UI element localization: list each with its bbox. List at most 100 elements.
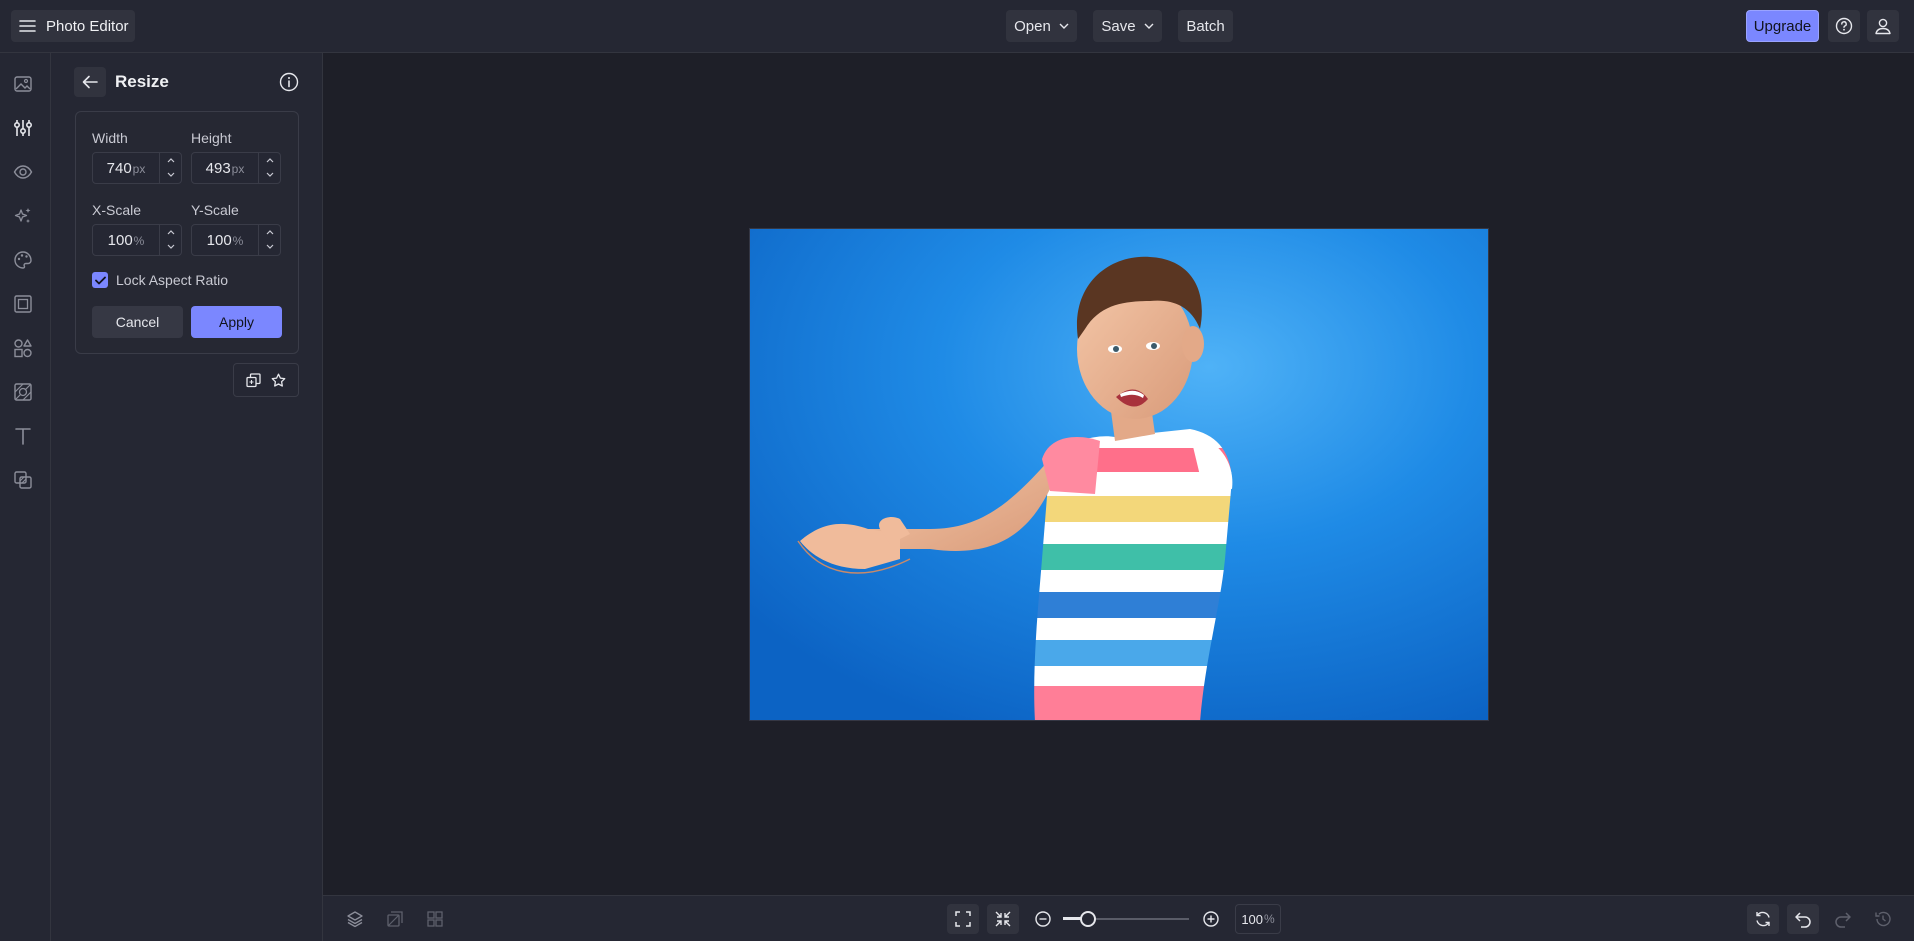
grid-view-button[interactable] [419, 904, 451, 934]
history-button[interactable] [1867, 904, 1899, 934]
account-button[interactable] [1867, 10, 1899, 42]
expand-icon [954, 910, 972, 928]
y-scale-field[interactable]: 100% [191, 224, 281, 256]
save-button[interactable]: Save [1093, 10, 1162, 42]
zoom-level-input[interactable]: 100% [1235, 904, 1281, 934]
chevron-down-icon[interactable] [265, 170, 275, 178]
y-scale-value: 100 [207, 232, 232, 249]
panel-title: Resize [115, 72, 169, 92]
rail-item-adjust[interactable] [10, 115, 36, 141]
upgrade-label: Upgrade [1754, 18, 1812, 35]
compare-button[interactable] [379, 904, 411, 934]
rail-item-overlays[interactable] [10, 467, 36, 493]
y-scale-input[interactable]: 100% [192, 225, 259, 255]
chevron-down-icon [1059, 23, 1069, 29]
width-field[interactable]: 740px [92, 152, 182, 184]
refresh-icon [1754, 910, 1772, 928]
height-input[interactable]: 493px [192, 153, 259, 183]
rail-item-image[interactable] [10, 71, 36, 97]
width-value: 740 [107, 160, 132, 177]
height-unit: px [232, 162, 245, 176]
zoom-slider-handle[interactable] [1080, 911, 1096, 927]
user-icon [1874, 17, 1892, 35]
resize-panel: Resize Width 740px Height 493px [51, 53, 323, 941]
width-input[interactable]: 740px [93, 153, 160, 183]
editor-canvas[interactable] [323, 53, 1914, 895]
zoom-out-button[interactable] [1027, 904, 1059, 934]
y-scale-stepper[interactable] [259, 225, 281, 255]
panel-actions [233, 363, 299, 397]
chevron-down-icon [1144, 23, 1154, 29]
width-unit: px [133, 162, 146, 176]
actual-size-button[interactable] [987, 904, 1019, 934]
open-button[interactable]: Open [1006, 10, 1077, 42]
rail-item-effects[interactable] [10, 203, 36, 229]
resize-settings-card: Width 740px Height 493px X-Scale 1 [75, 111, 299, 354]
help-button[interactable] [1828, 10, 1860, 42]
top-bar: Photo Editor Open Save Batch Upgrade [0, 0, 1914, 53]
duplicate-icon[interactable] [246, 373, 261, 388]
redo-icon [1834, 910, 1852, 928]
height-label: Height [191, 130, 231, 146]
checkmark-icon [95, 276, 106, 285]
rail-item-graphics[interactable] [10, 335, 36, 361]
chevron-up-icon[interactable] [166, 156, 176, 164]
eye-icon [13, 162, 33, 182]
width-label: Width [92, 130, 128, 146]
redo-button[interactable] [1827, 904, 1859, 934]
adjust-sliders-icon [13, 118, 33, 138]
reset-button[interactable] [1747, 904, 1779, 934]
lock-aspect-label[interactable]: Lock Aspect Ratio [116, 272, 228, 288]
hamburger-menu-icon [19, 19, 36, 33]
app-menu-button[interactable]: Photo Editor [11, 10, 135, 42]
lock-aspect-checkbox[interactable] [92, 272, 108, 288]
fit-screen-button[interactable] [947, 904, 979, 934]
x-scale-field[interactable]: 100% [92, 224, 182, 256]
rail-item-view[interactable] [10, 159, 36, 185]
height-value: 493 [206, 160, 231, 177]
rail-item-textures[interactable] [10, 379, 36, 405]
arrow-left-icon [82, 75, 98, 89]
x-scale-label: X-Scale [92, 202, 141, 218]
chevron-up-icon[interactable] [265, 156, 275, 164]
frame-icon [13, 294, 33, 314]
cancel-button[interactable]: Cancel [92, 306, 183, 338]
x-scale-unit: % [134, 234, 145, 248]
paint-palette-icon [13, 250, 33, 270]
bottom-bar: 100% [323, 895, 1914, 941]
chevron-down-icon[interactable] [166, 242, 176, 250]
chevron-up-icon[interactable] [166, 228, 176, 236]
height-field[interactable]: 493px [191, 152, 281, 184]
tool-rail [0, 53, 51, 941]
apply-button[interactable]: Apply [191, 306, 282, 338]
compare-icon [386, 910, 404, 928]
upgrade-button[interactable]: Upgrade [1746, 10, 1819, 42]
rail-item-paint[interactable] [10, 247, 36, 273]
undo-button[interactable] [1787, 904, 1819, 934]
layers-icon [346, 910, 364, 928]
batch-label: Batch [1186, 18, 1224, 35]
chevron-down-icon[interactable] [166, 170, 176, 178]
cancel-label: Cancel [116, 314, 160, 330]
history-icon [1874, 910, 1892, 928]
height-stepper[interactable] [259, 153, 281, 183]
x-scale-value: 100 [108, 232, 133, 249]
zoom-in-icon [1202, 910, 1220, 928]
back-button[interactable] [74, 67, 106, 97]
open-label: Open [1014, 18, 1051, 35]
rail-item-frames[interactable] [10, 291, 36, 317]
x-scale-stepper[interactable] [160, 225, 182, 255]
y-scale-unit: % [233, 234, 244, 248]
batch-button[interactable]: Batch [1178, 10, 1233, 42]
zoom-in-button[interactable] [1195, 904, 1227, 934]
info-button[interactable] [278, 71, 300, 93]
x-scale-input[interactable]: 100% [93, 225, 160, 255]
width-stepper[interactable] [160, 153, 182, 183]
chevron-down-icon[interactable] [265, 242, 275, 250]
rail-item-text[interactable] [10, 423, 36, 449]
photo-image[interactable] [749, 228, 1489, 721]
layers-button[interactable] [339, 904, 371, 934]
zoom-unit: % [1264, 912, 1275, 926]
chevron-up-icon[interactable] [265, 228, 275, 236]
star-favorite-icon[interactable] [271, 373, 286, 388]
